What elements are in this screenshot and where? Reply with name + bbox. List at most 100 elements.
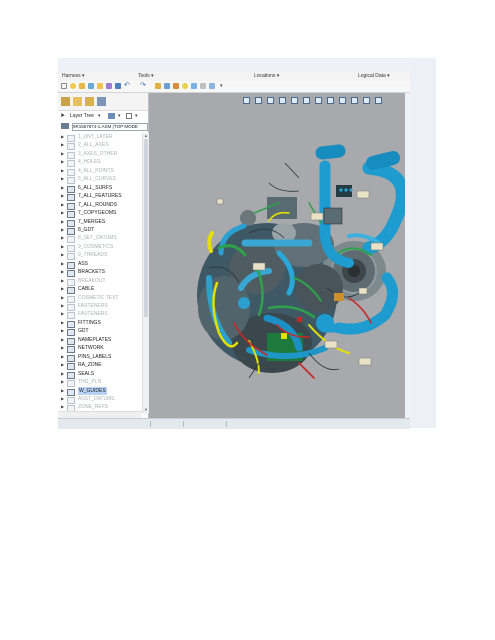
expand-arrow-icon[interactable]: ▶ — [61, 184, 64, 193]
expand-arrow-icon[interactable]: ▶ — [61, 336, 64, 345]
saved-views-icon[interactable] — [303, 97, 310, 104]
expand-arrow-icon[interactable]: ▶ — [61, 344, 64, 353]
layer-row[interactable]: ▶ NETWORK — [58, 344, 142, 354]
layer-tab-icon[interactable] — [97, 97, 106, 106]
expand-arrow-icon[interactable]: ▶ — [61, 133, 64, 142]
layer-tree-hscrollbar[interactable] — [58, 411, 142, 418]
expand-arrow-icon[interactable]: ▶ — [61, 302, 64, 311]
menu-logical-data[interactable]: Logical Data ▾ — [358, 73, 390, 79]
model-tree-tab-icon[interactable] — [61, 97, 70, 106]
expand-arrow-icon[interactable]: ▶ — [61, 175, 64, 184]
window-switch-icon[interactable] — [164, 83, 170, 89]
tool-icon[interactable] — [173, 83, 179, 89]
expand-arrow-icon[interactable]: ▶ — [61, 251, 64, 260]
annotation-display-icon[interactable] — [351, 97, 358, 104]
expand-arrow-icon[interactable]: ▶ — [61, 260, 64, 269]
favorites-tab-icon[interactable] — [85, 97, 94, 106]
layer-row[interactable]: ▶ 7_ALL_ROUNDS — [58, 201, 142, 210]
datum-display-icon[interactable] — [339, 97, 346, 104]
pointer-icon[interactable]: ➤ — [60, 112, 65, 119]
expand-arrow-icon[interactable]: ▶ — [61, 403, 64, 411]
chevron-down-icon[interactable]: ▾ — [135, 113, 138, 119]
layer-tree-scrollbar[interactable]: ▲ ▼ — [142, 133, 149, 413]
manage-icon[interactable] — [106, 83, 112, 89]
layer-row[interactable]: ▶ 4_HOLES — [58, 158, 142, 168]
scroll-down-icon[interactable]: ▼ — [144, 407, 148, 412]
expand-arrow-icon[interactable]: ▶ — [61, 218, 64, 227]
redo-icon[interactable]: ↷ — [140, 82, 146, 89]
repaint-icon[interactable] — [279, 97, 286, 104]
zoom-in-icon[interactable] — [255, 97, 262, 104]
layer-row[interactable]: ▶ THG_PLN — [58, 378, 142, 388]
chevron-down-icon[interactable]: ▾ — [220, 83, 226, 89]
layer-row[interactable]: ▶ ZONE_REFS — [58, 403, 142, 411]
expand-arrow-icon[interactable]: ▶ — [61, 310, 64, 319]
open-icon[interactable] — [70, 83, 76, 89]
menu-locations[interactable]: Locations ▾ — [254, 73, 279, 79]
scrollbar-thumb[interactable] — [144, 139, 148, 317]
perspective-icon[interactable] — [327, 97, 334, 104]
print-icon[interactable] — [200, 83, 206, 89]
expand-arrow-icon[interactable]: ▶ — [61, 395, 64, 404]
refit-icon[interactable] — [243, 97, 250, 104]
layer-row[interactable]: ▶ 7_ALL_FEATURES — [58, 192, 142, 202]
layer-settings-icon[interactable] — [108, 113, 115, 119]
chevron-down-icon[interactable]: ▾ — [98, 113, 101, 119]
layer-row[interactable]: ▶ 8_GDT — [58, 226, 142, 235]
save-icon[interactable] — [88, 83, 94, 89]
regenerate-icon[interactable] — [155, 83, 161, 89]
expand-arrow-icon[interactable]: ▶ — [61, 268, 64, 277]
layer-row[interactable]: ▶ 9_THREADS — [58, 251, 142, 261]
menu-tools[interactable]: Tools ▾ — [138, 73, 154, 79]
layer-row[interactable]: ▶ COSMETIC TEXT — [58, 294, 142, 303]
expand-arrow-icon[interactable]: ▶ — [61, 141, 64, 150]
expand-arrow-icon[interactable]: ▶ — [61, 209, 64, 218]
expand-arrow-icon[interactable]: ▶ — [61, 378, 64, 387]
folder-browser-tab-icon[interactable] — [73, 97, 82, 106]
menu-harness[interactable]: Harness ▾ — [62, 73, 85, 79]
layer-row[interactable]: ▶ BRACKETS — [58, 268, 142, 278]
layer-row[interactable]: ▶ GDT — [58, 327, 142, 337]
layer-tree-dropdown[interactable]: Layer Tree — [70, 113, 94, 119]
expand-arrow-icon[interactable]: ▶ — [61, 285, 64, 294]
expand-arrow-icon[interactable]: ▶ — [61, 234, 64, 243]
expand-arrow-icon[interactable]: ▶ — [61, 167, 64, 176]
expand-arrow-icon[interactable]: ▶ — [61, 243, 64, 252]
layer-row[interactable]: ▶ 7_COPYGEOMS — [58, 209, 142, 219]
show-columns-icon[interactable] — [126, 113, 132, 119]
display-icon[interactable] — [191, 83, 197, 89]
graphics-viewport[interactable] — [149, 93, 409, 418]
expand-arrow-icon[interactable]: ▶ — [61, 319, 64, 328]
layer-row[interactable]: ▶ SEALS — [58, 370, 142, 379]
view-icon[interactable] — [209, 83, 215, 89]
layer-row[interactable]: ▶ NAMEPLATES — [58, 336, 142, 345]
tools-arrow-icon[interactable] — [375, 97, 382, 104]
chevron-down-icon[interactable]: ▾ — [118, 113, 121, 119]
expand-arrow-icon[interactable]: ▶ — [61, 277, 64, 286]
active-model-select[interactable]: 9R1557874-1.ASM (TOP MODE — [72, 123, 148, 131]
layer-row[interactable]: ▶ 7_MERGES — [58, 218, 142, 227]
new-file-icon[interactable] — [61, 83, 67, 89]
layer-row[interactable]: ▶ CABLE — [58, 285, 142, 295]
expand-arrow-icon[interactable]: ▶ — [61, 370, 64, 379]
expand-arrow-icon[interactable]: ▶ — [61, 150, 64, 159]
expand-arrow-icon[interactable]: ▶ — [61, 192, 64, 201]
view-manager-icon[interactable] — [315, 97, 322, 104]
expand-arrow-icon[interactable]: ▶ — [61, 294, 64, 303]
expand-arrow-icon[interactable]: ▶ — [61, 387, 64, 396]
layer-row[interactable]: ▶ 4_ALL_POINTS — [58, 167, 142, 176]
layer-row[interactable]: ▶ RA_ZONE — [58, 361, 142, 371]
layer-row[interactable]: ▶ BREAKOUT — [58, 277, 142, 286]
layer-row[interactable]: ▶ 8_SET_DATUMS — [58, 234, 142, 244]
layer-row[interactable]: ▶ 6_ALL_SURFS — [58, 184, 142, 193]
settings-icon[interactable] — [182, 83, 188, 89]
expand-arrow-icon[interactable]: ▶ — [61, 361, 64, 370]
layer-row[interactable]: ▶ FITTINGS — [58, 319, 142, 328]
expand-arrow-icon[interactable]: ▶ — [61, 353, 64, 362]
layer-row[interactable]: ▶ 9_COSMETICS — [58, 243, 142, 252]
spin-center-icon[interactable] — [363, 97, 370, 104]
expand-arrow-icon[interactable]: ▶ — [61, 201, 64, 210]
layer-row[interactable]: ▶ ASST_DATUMS — [58, 395, 142, 404]
folder-icon[interactable] — [79, 83, 85, 89]
layer-row[interactable]: ▶ W_GUIDES — [58, 386, 142, 396]
